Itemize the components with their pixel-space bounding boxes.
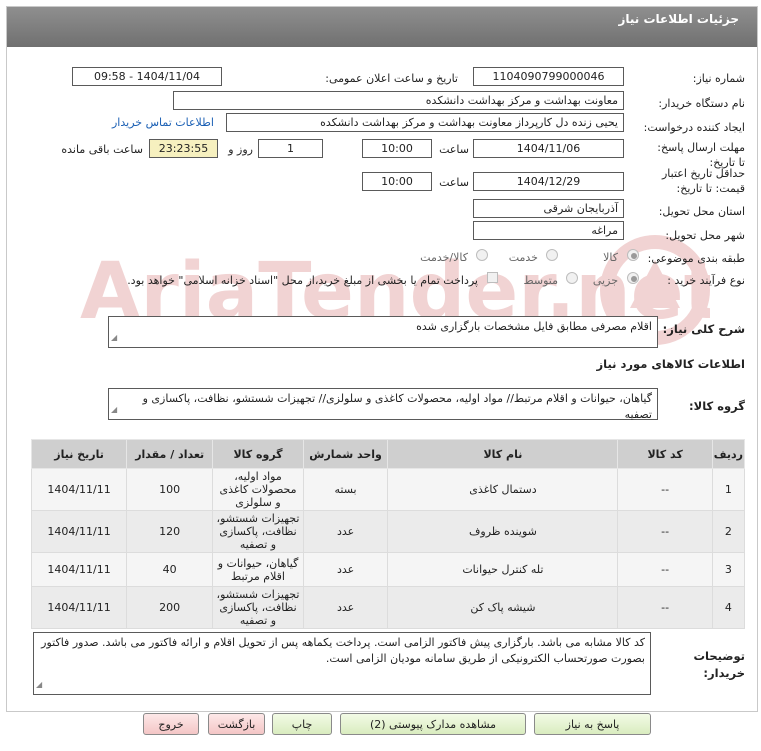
cell-group: تجهیزات شستشو، نظافت، پاکسازی و تصفیه <box>212 586 304 629</box>
notes-text: کد کالا مشابه می باشد. بارگزاری پیش فاکت… <box>41 636 645 665</box>
cell-code: -- <box>617 586 713 629</box>
need-number-field: 1104090799000046 <box>473 67 624 86</box>
summary-text: اقلام مصرفی مطابق فایل مشخصات بارگزاری ش… <box>416 320 652 333</box>
col-header-name: نام کالا <box>387 439 619 469</box>
cell-date: 1404/11/11 <box>30 586 128 629</box>
province-field: آذربایجان شرقی <box>473 199 624 218</box>
process-radio-minor[interactable] <box>627 272 639 284</box>
cell-name: شوینده ظروف <box>387 510 619 553</box>
category-label: طبقه بندی موضوعی: <box>647 252 745 265</box>
treasury-note: پرداخت تمام یا بخشی از مبلغ خرید،از محل … <box>127 274 478 287</box>
city-label: شهر محل تحویل: <box>665 229 745 242</box>
cell-quantity: 100 <box>126 468 214 511</box>
table-row: 3 -- تله کنترل حیوانات عدد گیاهان، حیوان… <box>30 552 746 587</box>
category-option-goods: کالا <box>603 251 618 264</box>
process-option-minor: جزیی <box>592 274 618 287</box>
col-header-row-number: ردیف <box>711 439 746 469</box>
notes-textarea: کد کالا مشابه می باشد. بارگزاری پیش فاکت… <box>33 632 651 695</box>
days-label: روز و <box>228 143 253 156</box>
cell-unit: عدد <box>302 552 389 587</box>
cell-group: تجهیزات شستشو، نظافت، پاکسازی و تصفیه <box>212 510 304 553</box>
summary-label: شرح کلی نیاز: <box>662 322 745 336</box>
process-label: نوع فرآیند خرید : <box>667 274 745 287</box>
deadline-time-field: 10:00 <box>362 139 432 158</box>
days-field: 1 <box>258 139 323 158</box>
deadline-date-field: 1404/11/06 <box>473 139 624 158</box>
col-header-unit: واحد شمارش <box>302 439 389 469</box>
table-header-row: ردیف کد کالا نام کالا واحد شمارش گروه کا… <box>30 439 746 469</box>
remaining-label: ساعت باقی مانده <box>61 143 143 156</box>
resize-grip-icon: ◢ <box>111 405 118 414</box>
cell-row-number: 1 <box>711 468 746 511</box>
cell-quantity: 200 <box>126 586 214 629</box>
deadline-time-label: ساعت <box>439 143 469 156</box>
buyer-org-field: معاونت بهداشت و مرکز بهداشت دانشکده <box>173 91 624 110</box>
cell-unit: عدد <box>302 510 389 553</box>
requester-field: یحیی زنده دل کارپرداز معاونت بهداشت و مر… <box>226 113 624 132</box>
cell-group: مواد اولیه، محصولات کاغذی و سلولزی <box>212 468 304 511</box>
reply-button[interactable]: پاسخ به نیاز <box>534 713 651 735</box>
cell-date: 1404/11/11 <box>30 468 128 511</box>
category-option-service: خدمت <box>508 251 538 264</box>
cell-row-number: 3 <box>711 552 746 587</box>
col-header-code: کد کالا <box>617 439 713 469</box>
category-radio-goods[interactable] <box>627 249 639 261</box>
summary-textarea: اقلام مصرفی مطابق فایل مشخصات بارگزاری ش… <box>108 316 658 348</box>
cell-row-number: 2 <box>711 510 746 553</box>
cell-unit: عدد <box>302 586 389 629</box>
cell-quantity: 120 <box>126 510 214 553</box>
goods-group-text: گیاهان، حیوانات و اقلام مرتبط// مواد اول… <box>142 392 652 421</box>
validity-time-field: 10:00 <box>362 172 432 191</box>
page-title: جزئیات اطلاعات نیاز <box>618 12 739 26</box>
cell-code: -- <box>617 468 713 511</box>
table-row: 4 -- شیشه پاک کن عدد تجهیزات شستشو، نظاف… <box>30 586 746 629</box>
cell-date: 1404/11/11 <box>30 510 128 553</box>
goods-group-textarea: گیاهان، حیوانات و اقلام مرتبط// مواد اول… <box>108 388 658 421</box>
validity-time-label: ساعت <box>439 176 469 189</box>
cell-name: دستمال کاغذی <box>387 468 619 511</box>
category-option-goods-service: کالا/خدمت <box>420 251 468 264</box>
attachments-button[interactable]: مشاهده مدارک پیوستی (2) <box>340 713 526 735</box>
requester-label: ایجاد کننده درخواست: <box>643 121 745 134</box>
back-button[interactable]: بازگشت <box>208 713 265 735</box>
cell-date: 1404/11/11 <box>30 552 128 587</box>
table-row: 2 -- شوینده ظروف عدد تجهیزات شستشو، نظاف… <box>30 510 746 553</box>
announce-field: 1404/11/04 - 09:58 <box>72 67 222 86</box>
notes-label: توضیحات خریدار: <box>693 649 746 680</box>
col-header-quantity: تعداد / مقدار <box>126 439 214 469</box>
cell-unit: بسته <box>302 468 389 511</box>
announce-label: تاریخ و ساعت اعلان عمومی: <box>325 72 458 85</box>
exit-button[interactable]: خروج <box>143 713 199 735</box>
category-radio-goods-service[interactable] <box>476 249 488 261</box>
table-row: 1 -- دستمال کاغذی بسته مواد اولیه، محصول… <box>30 468 746 511</box>
remaining-time-field: 23:23:55 <box>149 139 218 158</box>
buyer-org-label: نام دستگاه خریدار: <box>658 97 745 110</box>
resize-grip-icon: ◢ <box>36 680 43 689</box>
buyer-contact-link[interactable]: اطلاعات تماس خریدار <box>112 116 214 129</box>
col-header-date: تاریخ نیاز <box>30 439 128 469</box>
validity-label: حداقل تاریخ اعتبار قیمت: تا تاریخ: <box>661 167 745 195</box>
process-radio-medium[interactable] <box>566 272 578 284</box>
cell-row-number: 4 <box>711 586 746 629</box>
print-button[interactable]: چاپ <box>272 713 332 735</box>
resize-grip-icon: ◢ <box>111 333 118 342</box>
city-field: مراغه <box>473 221 624 240</box>
goods-table: ردیف کد کالا نام کالا واحد شمارش گروه کا… <box>30 439 746 629</box>
cell-code: -- <box>617 552 713 587</box>
treasury-checkbox[interactable] <box>487 272 498 283</box>
goods-group-label: گروه کالا: <box>689 399 745 413</box>
need-number-label: شماره نیاز: <box>692 72 745 85</box>
validity-date-field: 1404/12/29 <box>473 172 624 191</box>
cell-group: گیاهان، حیوانات و اقلام مرتبط <box>212 552 304 587</box>
cell-name: شیشه پاک کن <box>387 586 619 629</box>
cell-code: -- <box>617 510 713 553</box>
cell-quantity: 40 <box>126 552 214 587</box>
col-header-group: گروه کالا <box>212 439 304 469</box>
category-radio-service[interactable] <box>546 249 558 261</box>
province-label: استان محل تحویل: <box>658 205 745 218</box>
cell-name: تله کنترل حیوانات <box>387 552 619 587</box>
goods-info-title: اطلاعات کالاهای مورد نیاز <box>596 357 745 371</box>
process-option-medium: متوسط <box>523 274 558 287</box>
